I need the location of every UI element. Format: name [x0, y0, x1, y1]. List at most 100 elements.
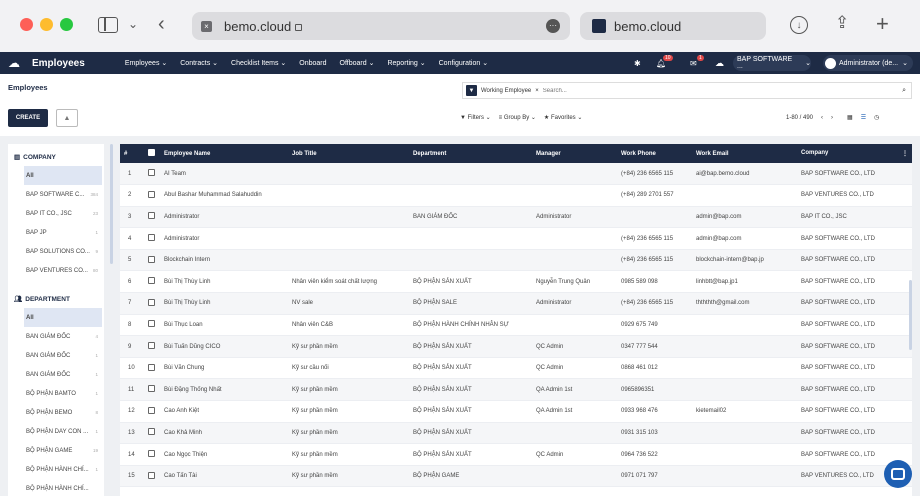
row-select-cell[interactable] — [144, 443, 160, 466]
table-row[interactable]: 2 Abul Bashar Muhammad Salahuddin (+84) 28… — [120, 184, 912, 207]
company-filter-item[interactable]: BAP IT CO., JSC 23 — [8, 204, 104, 223]
row-select-cell[interactable] — [144, 249, 160, 272]
groupby-button[interactable]: ≡ Group By ⌄ — [499, 114, 536, 121]
col-job-title[interactable]: Job Title — [288, 144, 409, 163]
col-select[interactable] — [144, 144, 160, 163]
company-filter-item[interactable]: BAP SOLUTIONS CO... 9 — [8, 242, 104, 261]
sidebar-scrollbar[interactable] — [110, 144, 113, 264]
table-row[interactable]: 5 Blockchain Intern (+84) 236 6565 115 bloc… — [120, 249, 912, 272]
activity-view-icon[interactable]: ◷ — [874, 114, 879, 121]
row-checkbox[interactable] — [148, 255, 155, 263]
row-select-cell[interactable] — [144, 335, 160, 358]
search-input[interactable] — [542, 87, 903, 94]
messages-icon[interactable]: ✉ — [690, 59, 697, 68]
table-row[interactable]: 14 Cao Ngọc Thiện Kỹ sư phần mềm BỘ PHẬN SẢ… — [120, 443, 912, 466]
table-row[interactable]: 3 Administrator BAN GIÁM ĐỐC Administrator a… — [120, 206, 912, 229]
col-manager[interactable]: Manager — [532, 144, 617, 163]
nav-offboard[interactable]: Offboard ⌄ — [340, 59, 375, 67]
row-checkbox[interactable] — [148, 471, 155, 479]
new-tab-icon[interactable]: + — [876, 11, 889, 37]
col-work-email[interactable]: Work Email — [692, 144, 797, 163]
facet-remove-icon[interactable]: × — [535, 88, 539, 94]
search-bar[interactable]: ▼ Working Employee × ⌕ — [462, 82, 912, 99]
upload-button[interactable]: ▲ — [56, 109, 78, 127]
row-checkbox[interactable] — [148, 212, 155, 220]
department-filter-item[interactable]: BỘ PHẬN BEMO 8 — [8, 403, 104, 422]
minimize-window-button[interactable] — [40, 18, 53, 31]
row-checkbox[interactable] — [148, 342, 155, 350]
company-filter-item[interactable]: BAP JP 1 — [8, 223, 104, 242]
company-filter-item[interactable]: BAP SOFTWARE C... 384 — [8, 185, 104, 204]
row-checkbox[interactable] — [148, 234, 155, 242]
table-row[interactable]: 4 Administrator (+84) 236 6565 115 admin@ba… — [120, 227, 912, 250]
table-row[interactable]: 9 Bùi Tuấn Dũng CICO Kỹ sư phần mềm BỘ PHẬN… — [120, 335, 912, 358]
company-filter-item[interactable]: All — [24, 166, 102, 185]
pager-prev-icon[interactable]: ‹ — [821, 115, 823, 121]
col-company[interactable]: Company ⋮ — [797, 144, 912, 163]
tab-close-icon[interactable]: × — [201, 20, 212, 32]
row-select-cell[interactable] — [144, 227, 160, 250]
row-select-cell[interactable] — [144, 314, 160, 337]
chevron-down-icon[interactable]: ⌄ — [128, 17, 138, 31]
row-select-cell[interactable] — [144, 270, 160, 294]
row-select-cell[interactable] — [144, 357, 160, 380]
download-icon[interactable]: ↓ — [790, 16, 808, 34]
nav-employees[interactable]: Employees ⌄ — [125, 59, 167, 67]
table-scrollbar[interactable] — [909, 280, 912, 350]
department-filter-item[interactable]: BAN GIÁM ĐỐC 1 — [8, 346, 104, 365]
nav-contracts[interactable]: Contracts ⌄ — [180, 59, 218, 67]
nav-reporting[interactable]: Reporting ⌄ — [387, 59, 425, 67]
col-work-phone[interactable]: Work Phone — [617, 144, 692, 163]
search-facet[interactable]: ▼ Working Employee × — [463, 83, 543, 98]
column-options-icon[interactable]: ⋮ — [902, 150, 908, 157]
row-select-cell[interactable] — [144, 206, 160, 229]
row-checkbox[interactable] — [148, 406, 155, 414]
department-filter-item[interactable]: BỘ PHẬN DAY CON ... 1 — [8, 422, 104, 441]
favorites-button[interactable]: ★ Favorites ⌄ — [544, 114, 582, 121]
department-filter-item[interactable]: BỘ PHẬN BAMTO 1 — [8, 384, 104, 403]
row-checkbox[interactable] — [148, 450, 155, 458]
department-filter-item[interactable]: BAN GIÁM ĐỐC 4 — [8, 327, 104, 346]
search-icon[interactable]: ⌕ — [902, 87, 906, 95]
department-filter-item[interactable]: BỘ PHẬN GAME 19 — [8, 441, 104, 460]
table-row[interactable]: 7 Bùi Thị Thùy Linh NV sale BỘ PHẬN SALE Adm… — [120, 292, 912, 315]
row-checkbox[interactable] — [148, 428, 155, 436]
table-row[interactable]: 6 Bùi Thị Thùy Linh Nhân viên kiểm soát ch… — [120, 270, 912, 294]
create-button[interactable]: CREATE — [8, 109, 48, 127]
kanban-view-icon[interactable]: ▦ — [847, 114, 853, 121]
table-row[interactable]: 13 Cao Khả Minh Kỹ sư phần mềm BỘ PHẬN SẢN … — [120, 422, 912, 445]
row-checkbox[interactable] — [148, 363, 155, 371]
row-checkbox[interactable] — [148, 385, 155, 393]
list-view-icon[interactable]: ☰ — [861, 114, 866, 121]
pager-value[interactable]: 1-80 / 490 — [786, 115, 813, 121]
cloud-sync-icon[interactable]: ☁ — [715, 58, 724, 69]
row-select-cell[interactable] — [144, 292, 160, 315]
row-checkbox[interactable] — [148, 190, 155, 198]
row-checkbox[interactable] — [148, 277, 155, 285]
row-select-cell[interactable] — [144, 378, 160, 402]
table-row[interactable]: 15 Cao Tấn Tài Kỹ sư phần mềm BỘ PHẬN GAME 0… — [120, 465, 912, 488]
nav-configuration[interactable]: Configuration ⌄ — [439, 59, 488, 67]
sidebar-toggle-icon[interactable] — [98, 17, 118, 33]
nav-onboard[interactable]: Onboard — [299, 60, 326, 67]
more-options-icon[interactable]: ··· — [546, 19, 560, 33]
table-row[interactable]: 12 Cao Anh Kiệt Kỹ sư phần mềm BỘ PHẬN SẢN … — [120, 400, 912, 423]
filters-button[interactable]: ▼ Filters ⌄ — [460, 114, 491, 121]
close-window-button[interactable] — [20, 18, 33, 31]
chat-bot-button[interactable] — [884, 460, 912, 488]
share-icon[interactable]: ⇪ — [835, 13, 849, 33]
department-filter-item[interactable]: BỘ PHẬN HÀNH CHÍ... 1 — [8, 460, 104, 479]
department-filter-item[interactable]: All — [24, 308, 102, 327]
company-switcher[interactable]: BAP SOFTWARE ... ⌄ — [733, 55, 811, 71]
table-row[interactable]: 10 Bùi Văn Chung Kỹ sư cầu nối BỘ PHẬN SẢN … — [120, 357, 912, 380]
bug-icon[interactable]: ✱ — [634, 59, 641, 68]
row-select-cell[interactable] — [144, 465, 160, 488]
row-select-cell[interactable] — [144, 400, 160, 423]
company-filter-item[interactable]: BAP VENTURES CO... 80 — [8, 261, 104, 280]
table-row[interactable]: 1 AI Team (+84) 236 6565 115 ai@bap.bemo.cl… — [120, 163, 912, 186]
nav-checklist-items[interactable]: Checklist Items ⌄ — [231, 59, 286, 67]
maximize-window-button[interactable] — [60, 18, 73, 31]
address-bar[interactable]: × bemo.cloud ··· — [192, 12, 570, 40]
row-checkbox[interactable] — [148, 298, 155, 306]
row-checkbox[interactable] — [148, 169, 155, 177]
